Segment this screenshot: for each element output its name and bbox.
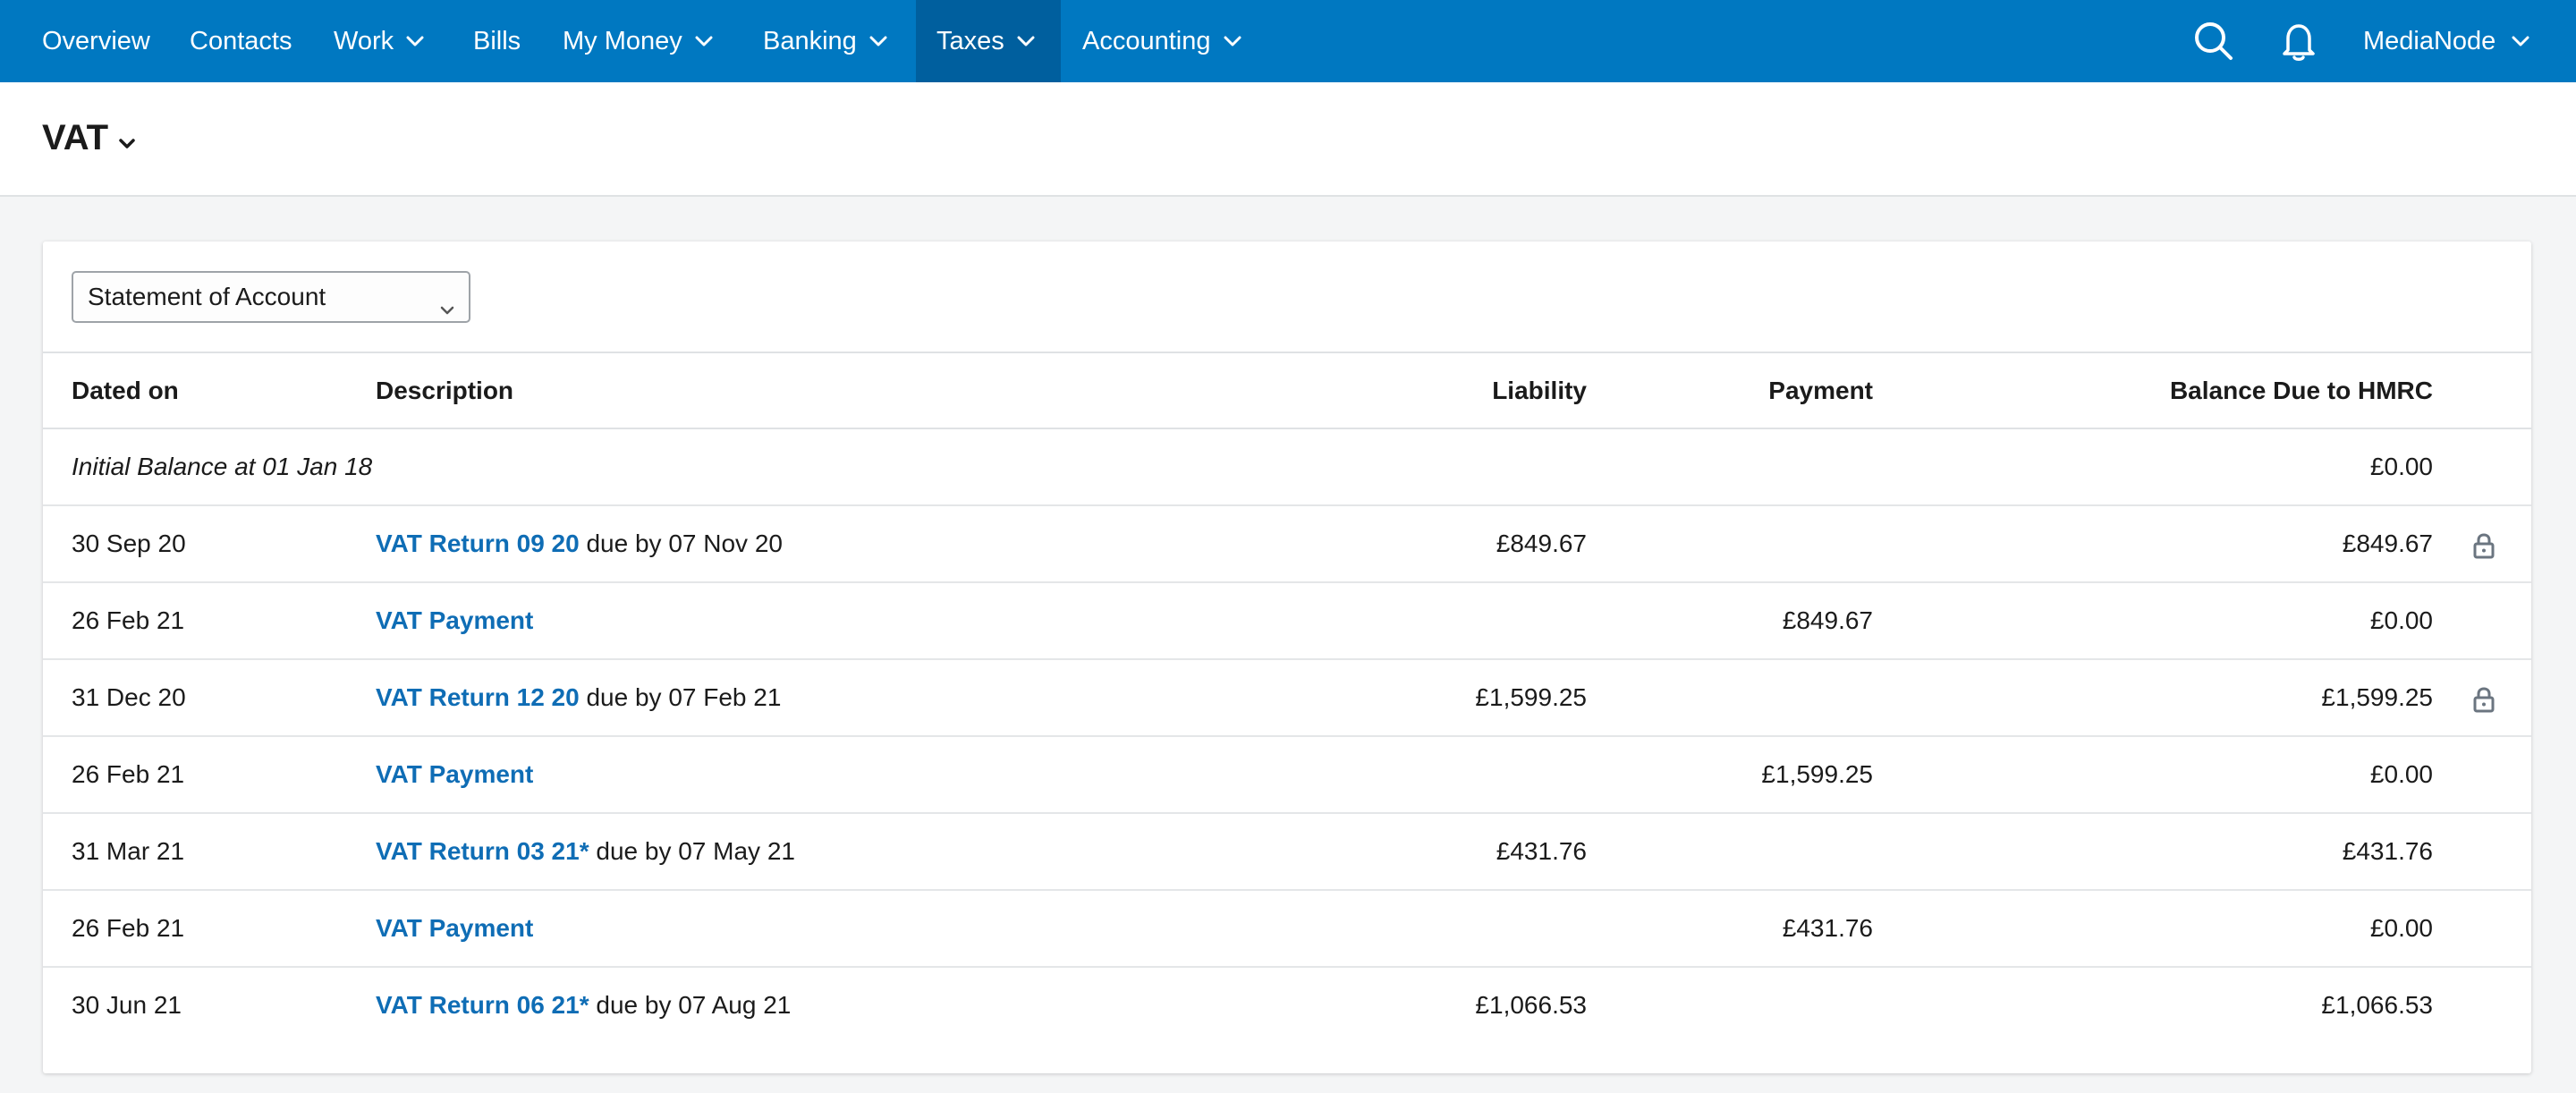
chevron-down-icon (2512, 36, 2529, 47)
table-row: 31 Mar 21 VAT Return 03 21* due by 07 Ma… (43, 814, 2531, 891)
vat-payment-link[interactable]: VAT Payment (376, 914, 533, 942)
vat-return-link[interactable]: VAT Return 06 21* (376, 991, 589, 1019)
page-header: VAT (0, 82, 2576, 197)
vat-return-link[interactable]: VAT Return 03 21* (376, 837, 589, 865)
nav-item-label: Contacts (190, 26, 292, 55)
description-cell: VAT Payment (376, 891, 533, 966)
nav-item-label: Bills (473, 26, 521, 55)
lock-icon (2472, 686, 2496, 713)
balance-cell: £431.76 (2342, 837, 2433, 865)
nav-item-bills[interactable]: Bills (473, 0, 521, 82)
report-type-select[interactable]: Statement of Account (72, 271, 470, 323)
page-title[interactable]: VAT (42, 118, 135, 158)
vat-payment-link[interactable]: VAT Payment (376, 606, 533, 634)
chevron-down-icon (695, 36, 713, 47)
column-header-description: Description (376, 377, 514, 404)
table-row: 26 Feb 21 VAT Payment £849.67 £0.00 (43, 583, 2531, 660)
chevron-down-icon (1017, 36, 1035, 47)
chevron-down-icon (869, 36, 887, 47)
description-cell: VAT Payment (376, 737, 533, 812)
company-switcher[interactable]: MediaNode (2363, 0, 2529, 82)
column-header-payment: Payment (1768, 377, 1873, 404)
nav-item-label: Work (334, 26, 394, 55)
statement-card: Statement of Account Dated on Descriptio… (43, 241, 2531, 1073)
table-row-initial-balance: Initial Balance at 01 Jan 18 £0.00 (43, 429, 2531, 506)
vat-return-link[interactable]: VAT Return 12 20 (376, 683, 580, 711)
nav-item-overview[interactable]: Overview (42, 0, 150, 82)
balance-cell: £1,066.53 (2321, 991, 2433, 1019)
table-row: 26 Feb 21 VAT Payment £1,599.25 £0.00 (43, 737, 2531, 814)
due-text: due by 07 Nov 20 (579, 530, 783, 557)
nav-item-label: Taxes (936, 26, 1004, 55)
description-cell: VAT Return 09 20 due by 07 Nov 20 (376, 506, 783, 581)
page-title-label: VAT (42, 118, 109, 157)
balance-cell: £849.67 (2342, 530, 2433, 557)
description-cell: VAT Return 06 21* due by 07 Aug 21 (376, 968, 791, 1043)
payment-cell: £849.67 (1782, 606, 1873, 634)
table-row: 26 Feb 21 VAT Payment £431.76 £0.00 (43, 891, 2531, 968)
chevron-down-icon (119, 118, 135, 158)
vat-payment-link[interactable]: VAT Payment (376, 760, 533, 788)
date-cell: 31 Mar 21 (72, 837, 185, 865)
balance-cell: £0.00 (2369, 914, 2433, 942)
liability-cell: £431.76 (1496, 837, 1587, 865)
nav-item-accounting[interactable]: Accounting (1082, 0, 1241, 82)
date-cell: 31 Dec 20 (72, 683, 186, 711)
nav-item-my-money[interactable]: My Money (563, 0, 713, 82)
description-cell: VAT Return 12 20 due by 07 Feb 21 (376, 660, 781, 735)
top-navigation: Overview Contacts Work Bills My Money Ba… (0, 0, 2576, 82)
bell-icon[interactable] (2277, 20, 2320, 63)
payment-cell: £1,599.25 (1761, 760, 1873, 788)
payment-cell: £431.76 (1782, 914, 1873, 942)
date-cell: 26 Feb 21 (72, 914, 185, 942)
company-name: MediaNode (2363, 26, 2496, 55)
nav-item-contacts[interactable]: Contacts (190, 0, 292, 82)
description-cell: VAT Return 03 21* due by 07 May 21 (376, 814, 795, 889)
report-type-value: Statement of Account (88, 283, 326, 310)
column-header-balance: Balance Due to HMRC (2169, 377, 2433, 404)
table-row: 30 Sep 20 VAT Return 09 20 due by 07 Nov… (43, 506, 2531, 583)
nav-item-label: Banking (763, 26, 857, 55)
balance-cell: £0.00 (2369, 760, 2433, 788)
chevron-down-icon (1224, 36, 1241, 47)
table-header: Dated on Description Liability Payment B… (43, 352, 2531, 429)
nav-item-label: My Money (563, 26, 682, 55)
due-text: due by 07 Aug 21 (589, 991, 792, 1019)
date-cell: 26 Feb 21 (72, 606, 185, 634)
search-icon[interactable] (2192, 20, 2235, 63)
liability-cell: £849.67 (1496, 530, 1587, 557)
vat-return-link[interactable]: VAT Return 09 20 (376, 530, 580, 557)
chevron-down-icon (440, 292, 454, 321)
column-header-date: Dated on (72, 377, 179, 404)
lock-icon (2472, 532, 2496, 559)
table-row: 30 Jun 21 VAT Return 06 21* due by 07 Au… (43, 968, 2531, 1045)
due-text: due by 07 May 21 (589, 837, 795, 865)
date-cell: 30 Sep 20 (72, 530, 186, 557)
balance-cell: £0.00 (2369, 606, 2433, 634)
nav-item-work[interactable]: Work (334, 0, 424, 82)
column-header-liability: Liability (1492, 377, 1587, 404)
liability-cell: £1,066.53 (1475, 991, 1587, 1019)
description-cell: VAT Payment (376, 583, 533, 658)
date-cell: 30 Jun 21 (72, 991, 182, 1019)
initial-balance-label: Initial Balance at 01 Jan 18 (72, 453, 373, 480)
nav-item-banking[interactable]: Banking (763, 0, 887, 82)
due-text: due by 07 Feb 21 (579, 683, 782, 711)
table-row: 31 Dec 20 VAT Return 12 20 due by 07 Feb… (43, 660, 2531, 737)
chevron-down-icon (406, 36, 424, 47)
nav-item-label: Accounting (1082, 26, 1211, 55)
date-cell: 26 Feb 21 (72, 760, 185, 788)
nav-item-taxes[interactable]: Taxes (916, 0, 1061, 82)
nav-item-label: Overview (42, 26, 150, 55)
liability-cell: £1,599.25 (1475, 683, 1587, 711)
balance-cell: £1,599.25 (2321, 683, 2433, 711)
balance-cell: £0.00 (2369, 453, 2433, 480)
